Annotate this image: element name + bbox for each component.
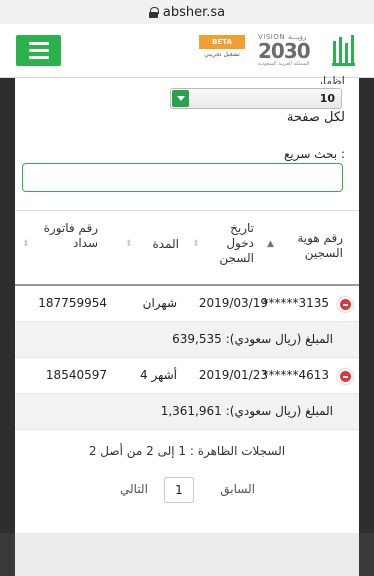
current-page-button[interactable]: 1	[164, 477, 194, 503]
per-page-label: لكل صفحة	[286, 110, 345, 125]
page-size-select[interactable]: 10	[170, 88, 342, 109]
search-input[interactable]	[22, 163, 343, 192]
column-header-bill[interactable]: رقم فاتورة سداد ⬍	[22, 221, 98, 251]
absher-logo-icon[interactable]	[330, 33, 356, 69]
column-header-date[interactable]: تاريخ دخول السجن ⬍	[192, 221, 254, 266]
chevron-down-icon	[172, 90, 189, 107]
menu-button[interactable]	[16, 35, 61, 66]
beta-sub: تشغيل تجريبي	[204, 51, 240, 58]
column-header-duration[interactable]: المدة ⬍	[125, 237, 179, 252]
search-label: بحث سريع :	[284, 147, 345, 161]
content-panel: إظهار 10 لكل صفحة بحث سريع : رقم هوية ال…	[15, 74, 359, 533]
url-text: absher.sa	[162, 4, 226, 20]
sort-icon: ⬍	[22, 239, 30, 249]
beta-label: BETA	[199, 35, 245, 49]
collapse-row-icon[interactable]	[338, 297, 353, 312]
lock-icon	[148, 6, 159, 18]
table-row[interactable]: ******3135 2019/03/19 شهران 187759954	[15, 286, 359, 322]
table-header: رقم هوية السجين ▲ تاريخ دخول السجن ⬍ الم…	[15, 210, 359, 286]
table-row[interactable]: ******4613 2019/01/23 4 أشهر 18540597	[15, 358, 359, 394]
beta-badge: BETA تشغيل تجريبي	[199, 35, 245, 65]
sort-asc-icon: ▲	[267, 239, 274, 249]
page-size-label: إظهار	[317, 74, 345, 84]
url-bar[interactable]: absher.sa	[0, 0, 374, 24]
table-row-detail: المبلغ (ريال سعودي):639,535	[15, 322, 359, 358]
hamburger-menu-icon	[28, 42, 49, 45]
records-info: السجلات الظاهرة : 1 إلى 2 من أصل 2	[88, 444, 286, 458]
table-row-detail: المبلغ (ريال سعودي):1,361,961	[15, 394, 359, 430]
panel-bottom	[15, 533, 359, 576]
sort-icon: ⬍	[125, 239, 133, 249]
vision-2030-logo: VISION رؤيـــة 2030 المملكة العربية السع…	[258, 33, 311, 67]
sort-icon: ⬍	[192, 239, 200, 249]
screen: absher.sa BETA تشغيل تجريبي VISION رؤيــ…	[0, 0, 374, 576]
prisoners-table: رقم هوية السجين ▲ تاريخ دخول السجن ⬍ الم…	[15, 210, 359, 430]
collapse-row-icon[interactable]	[338, 369, 353, 384]
next-page-button[interactable]: التالي	[120, 482, 148, 496]
pagination: السابق 1 التالي	[15, 477, 359, 503]
column-header-id[interactable]: رقم هوية السجين ▲	[267, 231, 343, 261]
prev-page-button[interactable]: السابق	[220, 482, 255, 496]
site-header: BETA تشغيل تجريبي VISION رؤيـــة 2030 ال…	[0, 24, 374, 78]
